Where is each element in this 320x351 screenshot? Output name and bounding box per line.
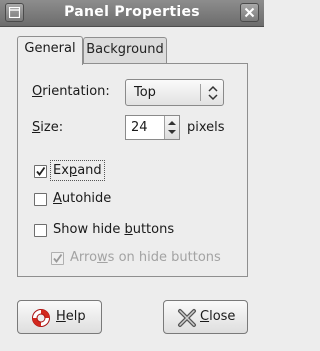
autohide-label[interactable]: Autohide xyxy=(53,191,111,206)
show-hide-buttons-checkbox[interactable] xyxy=(34,224,47,237)
tab-background-label: Background xyxy=(86,42,164,57)
size-spin-arrows[interactable] xyxy=(164,116,179,139)
orientation-select[interactable]: Top xyxy=(125,79,224,106)
window-close-button[interactable] xyxy=(240,3,259,22)
updown-arrows-icon xyxy=(208,85,218,101)
arrows-on-hide-buttons-checkbox[interactable] xyxy=(51,252,64,265)
close-button-label: Close xyxy=(200,309,236,324)
checkmark-icon xyxy=(36,166,46,176)
size-unit-label: pixels xyxy=(187,120,225,135)
close-button[interactable]: Close xyxy=(163,300,248,334)
size-value: 24 xyxy=(131,120,148,135)
show-hide-buttons-label[interactable]: Show hide buttons xyxy=(53,222,174,237)
spin-up-icon xyxy=(168,121,176,125)
expand-label[interactable]: Expand xyxy=(53,163,102,178)
tab-general[interactable]: General xyxy=(17,36,83,65)
spin-down-icon xyxy=(168,130,176,134)
tab-background[interactable]: Background xyxy=(83,37,167,63)
lifebuoy-icon xyxy=(32,309,50,327)
help-button-label: Help xyxy=(56,309,86,324)
tab-general-label: General xyxy=(24,41,76,56)
expand-checkbox[interactable] xyxy=(34,165,47,178)
arrows-on-hide-buttons-label[interactable]: Arrows on hide buttons xyxy=(70,250,221,265)
autohide-checkbox[interactable] xyxy=(34,193,47,206)
close-x-icon xyxy=(178,309,196,327)
size-spinbutton[interactable]: 24 xyxy=(125,115,180,140)
window-title: Panel Properties xyxy=(64,4,200,20)
help-button[interactable]: Help xyxy=(17,300,102,334)
orientation-label: Orientation: xyxy=(32,84,110,99)
title-bar: Panel Properties xyxy=(0,0,264,27)
orientation-value: Top xyxy=(134,85,156,100)
close-icon xyxy=(244,7,255,18)
checkmark-icon xyxy=(53,253,63,263)
size-label: Size: xyxy=(32,120,64,135)
